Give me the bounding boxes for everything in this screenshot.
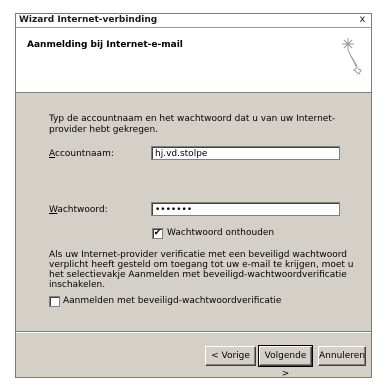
password-label: Wachtwoord: — [49, 205, 108, 215]
window-title: Wizard Internet-verbinding — [19, 15, 158, 25]
spa-info-text: Als uw Internet-provider verificatie met… — [49, 250, 354, 290]
page-title: Aanmelding bij Internet-e-mail — [27, 40, 183, 50]
password-input[interactable]: ••••••• — [151, 202, 340, 216]
footer-divider — [16, 331, 371, 333]
title-bar: Wizard Internet-verbinding x — [16, 14, 371, 28]
intro-text: Typ de accountnaam en het wachtwoord dat… — [49, 114, 336, 135]
wizard-content: Typ de accountnaam en het wachtwoord dat… — [16, 93, 371, 333]
account-label: Accountnaam: — [49, 149, 114, 159]
remember-password-checkbox[interactable]: ✔ — [152, 228, 163, 239]
next-button[interactable]: Volgende > — [258, 345, 313, 379]
account-input[interactable]: hj.vd.stolpe — [151, 146, 340, 160]
spa-checkbox[interactable] — [49, 296, 60, 307]
spa-label: Aanmelden met beveiligd-wachtwoordverifi… — [63, 296, 282, 306]
cancel-button[interactable]: Annuleren — [318, 346, 366, 366]
close-button[interactable]: x — [357, 15, 368, 25]
wizard-header: Aanmelding bij Internet-e-mail — [16, 28, 371, 93]
remember-password-label: Wachtwoord onthouden — [167, 228, 275, 238]
account-label-rest: ccountnaam: — [55, 149, 114, 159]
back-button[interactable]: < Vorige — [205, 346, 256, 366]
wizard-wand-icon — [342, 38, 362, 75]
wizard-window: Wizard Internet-verbinding x Aanmelding … — [15, 13, 372, 379]
password-label-rest: achtwoord: — [57, 205, 108, 215]
